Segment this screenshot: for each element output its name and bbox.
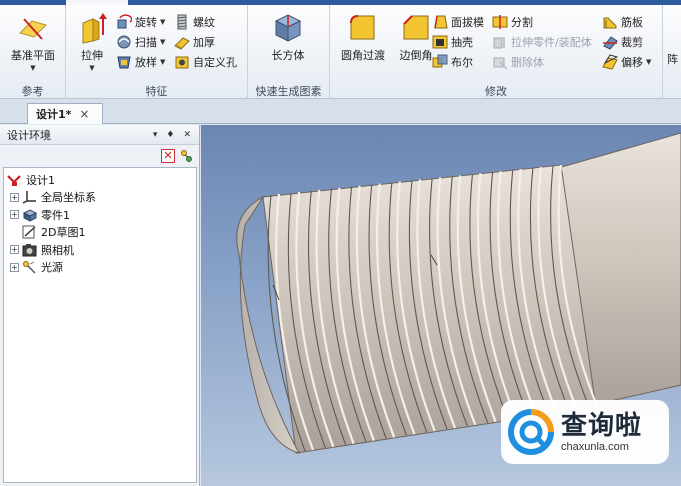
ribbon-group-array: 阵 [663, 5, 681, 99]
group-label-quick-shapes: 快速生成图素 [255, 85, 322, 98]
chevron-down-icon: ▼ [160, 58, 166, 66]
panel-menu-icon[interactable]: ▾ [153, 130, 158, 140]
design-environment-panel: 设计环境 ▾ ♦ ✕ ✕ 设计1 + 全局坐标系 + 零件1 2D草图1 + 照… [0, 125, 200, 486]
filter-icon[interactable] [179, 149, 193, 163]
shell-icon [432, 34, 448, 50]
watermark-badge: 查询啦 chaxunla.com [501, 400, 669, 464]
loft-icon [116, 54, 132, 70]
watermark-brand: 查询啦 [561, 411, 643, 441]
group-label-modify: 修改 [485, 85, 507, 98]
design-tree: 设计1 + 全局坐标系 + 零件1 2D草图1 + 照相机 + 光源 [3, 167, 197, 483]
tree-node-camera[interactable]: + 照相机 [4, 241, 196, 259]
fillet-label: 圆角过渡 [341, 49, 385, 62]
ribbon-group-reference: 基准平面 ▼ 参考 [0, 5, 66, 99]
document-tab-bar: 设计1* × [0, 99, 681, 124]
shell-button[interactable]: 抽壳 [432, 33, 473, 51]
extrude-part-icon [492, 34, 508, 50]
expand-icon[interactable]: + [10, 262, 19, 272]
ribbon-group-modify: 圆角过渡 边倒角 面拔模 抽壳 布尔 分割 拉伸零件/装配体 删除体 筋板 裁剪… [330, 5, 663, 99]
pin-icon[interactable]: ♦ [166, 130, 174, 140]
close-icon[interactable]: × [79, 107, 89, 121]
chevron-down-icon: ▼ [160, 38, 166, 46]
camera-icon [22, 243, 37, 257]
delete-icon[interactable]: ✕ [161, 149, 175, 163]
box-label: 长方体 [271, 49, 305, 62]
loft-button[interactable]: 放样 ▼ [116, 53, 165, 71]
design-root-icon [7, 173, 22, 187]
chamfer-icon [399, 11, 433, 45]
panel-title: 设计环境 [7, 128, 51, 142]
trim-icon [602, 34, 618, 50]
tree-node-design[interactable]: 设计1 [4, 171, 196, 189]
datum-plane-icon [16, 11, 50, 45]
rib-button[interactable]: 筋板 [602, 13, 643, 31]
datum-plane-button[interactable]: 基准平面 ▼ [5, 9, 61, 77]
boolean-icon [432, 54, 448, 70]
part-icon [22, 208, 38, 222]
split-button[interactable]: 分割 [492, 13, 533, 31]
ribbon-group-features: 拉伸 ▼ 旋转 ▼ 扫描 ▼ 放样 ▼ 螺纹 加厚 自定义孔 特征 [66, 5, 248, 99]
tree-node-sketch[interactable]: 2D草图1 [4, 224, 196, 242]
panel-toolbar: ✕ [0, 145, 199, 165]
sweep-icon [116, 34, 132, 50]
hole-icon [174, 54, 190, 70]
extrude-part-button[interactable]: 拉伸零件/装配体 [492, 33, 592, 51]
ribbon: 基准平面 ▼ 参考 拉伸 ▼ 旋转 ▼ 扫描 ▼ 放样 ▼ 螺纹 加厚 自定义孔… [0, 5, 681, 99]
rib-icon [602, 14, 618, 30]
tree-node-light[interactable]: + 光源 [4, 259, 196, 277]
revolve-button[interactable]: 旋转 ▼ [116, 13, 165, 31]
extrude-button[interactable]: 拉伸 ▼ [68, 9, 116, 77]
fillet-icon [346, 11, 380, 45]
extrude-icon [75, 11, 109, 45]
draft-button[interactable]: 面拔模 [432, 13, 484, 31]
document-tab-title: 设计1* [36, 108, 72, 121]
delete-body-icon [492, 54, 508, 70]
tree-node-coordinate-system[interactable]: + 全局坐标系 [4, 189, 196, 207]
extrude-label: 拉伸 [81, 49, 103, 62]
group-label-features: 特征 [145, 85, 168, 98]
custom-hole-button[interactable]: 自定义孔 [174, 53, 237, 71]
chevron-down-icon: ▼ [89, 64, 95, 72]
panel-close-icon[interactable]: ✕ [183, 130, 191, 140]
draft-icon [432, 14, 448, 30]
offset-icon [602, 54, 619, 70]
revolve-icon [116, 14, 133, 30]
trim-button[interactable]: 裁剪 [602, 33, 643, 51]
split-icon [492, 14, 508, 30]
boolean-button[interactable]: 布尔 [432, 53, 473, 71]
thread-icon [174, 14, 190, 30]
thicken-button[interactable]: 加厚 [174, 33, 215, 51]
panel-controls: ▾ ♦ ✕ [153, 130, 199, 140]
thicken-icon [174, 34, 190, 50]
sketch-icon [22, 225, 37, 239]
chevron-down-icon: ▼ [30, 64, 36, 72]
chevron-down-icon: ▼ [160, 18, 166, 26]
panel-header: 设计环境 ▾ ♦ ✕ [0, 125, 199, 145]
box-icon [271, 11, 305, 45]
search-magnifier-logo-icon [507, 408, 555, 456]
array-button-label[interactable]: 阵 [667, 51, 678, 67]
tree-node-part[interactable]: + 零件1 [4, 206, 196, 224]
watermark-url: chaxunla.com [561, 441, 629, 453]
ribbon-group-quick-shapes: 长方体 快速生成图素 [248, 5, 330, 99]
fillet-button[interactable]: 圆角过渡 [334, 9, 392, 77]
offset-button[interactable]: 偏移 ▼ [602, 53, 651, 71]
coordinate-system-icon [22, 190, 37, 204]
document-tab[interactable]: 设计1* × [27, 103, 103, 124]
light-icon [22, 260, 37, 274]
expand-icon[interactable]: + [10, 192, 19, 202]
delete-body-button[interactable]: 删除体 [492, 53, 544, 71]
expand-icon[interactable]: + [10, 210, 19, 220]
datum-plane-label: 基准平面 [11, 49, 55, 62]
box-button[interactable]: 长方体 [260, 9, 316, 77]
sweep-button[interactable]: 扫描 ▼ [116, 33, 165, 51]
thread-button[interactable]: 螺纹 [174, 13, 215, 31]
expand-icon[interactable]: + [10, 245, 19, 255]
group-label-reference: 参考 [21, 85, 44, 98]
chevron-down-icon: ▼ [646, 58, 652, 66]
